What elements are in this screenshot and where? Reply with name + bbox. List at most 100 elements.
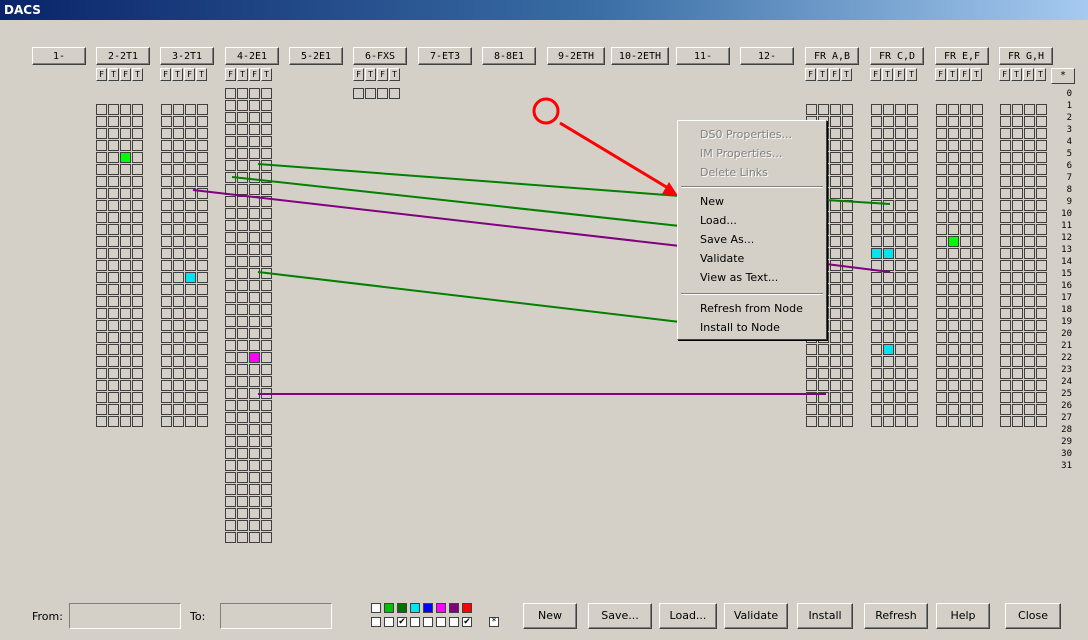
timeslot-cell[interactable] [1036, 200, 1047, 211]
timeslot-cell[interactable] [895, 260, 906, 271]
timeslot-cell[interactable] [842, 272, 853, 283]
timeslot-cell[interactable] [249, 376, 260, 387]
timeslot-cell[interactable] [830, 356, 841, 367]
timeslot-cell[interactable] [173, 416, 184, 427]
timeslot-cell[interactable] [237, 136, 248, 147]
color-swatch[interactable] [384, 603, 394, 613]
timeslot-cell[interactable] [225, 400, 236, 411]
timeslot-cell[interactable] [871, 368, 882, 379]
timeslot-cell[interactable] [261, 448, 272, 459]
timeslot-cell[interactable] [972, 164, 983, 175]
timeslot-cell[interactable] [237, 376, 248, 387]
timeslot-cell[interactable] [108, 332, 119, 343]
ft-toggle-button[interactable]: T [132, 68, 143, 81]
timeslot-cell[interactable] [161, 416, 172, 427]
timeslot-cell[interactable] [830, 320, 841, 331]
timeslot-cell[interactable] [261, 388, 272, 399]
color-swatch[interactable] [410, 603, 420, 613]
timeslot-cell[interactable] [249, 472, 260, 483]
ft-toggle-button[interactable]: F [184, 68, 195, 81]
timeslot-cell[interactable] [249, 124, 260, 135]
timeslot-cell[interactable] [173, 176, 184, 187]
timeslot-cell[interactable] [237, 412, 248, 423]
ft-toggle-button[interactable]: F [353, 68, 364, 81]
timeslot-cell[interactable] [261, 268, 272, 279]
timeslot-cell[interactable] [237, 292, 248, 303]
timeslot-cell[interactable] [132, 368, 143, 379]
timeslot-cell[interactable] [830, 140, 841, 151]
timeslot-cell[interactable] [960, 188, 971, 199]
timeslot-cell[interactable] [1036, 176, 1047, 187]
timeslot-cell[interactable] [895, 152, 906, 163]
timeslot-cell[interactable] [249, 412, 260, 423]
timeslot-cell[interactable] [120, 296, 131, 307]
timeslot-cell[interactable] [120, 224, 131, 235]
timeslot-cell[interactable] [261, 484, 272, 495]
timeslot-cell[interactable] [907, 308, 918, 319]
timeslot-cell[interactable] [1036, 116, 1047, 127]
timeslot-cell[interactable] [972, 380, 983, 391]
timeslot-cell[interactable] [108, 380, 119, 391]
timeslot-cell[interactable] [1000, 128, 1011, 139]
timeslot-cell[interactable] [960, 224, 971, 235]
timeslot-cell[interactable] [132, 404, 143, 415]
timeslot-cell[interactable] [120, 284, 131, 295]
timeslot-cell[interactable] [249, 460, 260, 471]
timeslot-cell[interactable] [907, 128, 918, 139]
timeslot-cell[interactable] [907, 392, 918, 403]
timeslot-cell[interactable] [96, 392, 107, 403]
timeslot-cell[interactable] [936, 272, 947, 283]
timeslot-cell[interactable] [249, 268, 260, 279]
slot-button[interactable]: FR C,D [870, 47, 924, 65]
timeslot-cell[interactable] [1036, 152, 1047, 163]
timeslot-cell[interactable] [972, 332, 983, 343]
timeslot-cell[interactable] [842, 200, 853, 211]
timeslot-cell[interactable] [936, 140, 947, 151]
timeslot-cell[interactable] [1024, 416, 1035, 427]
timeslot-cell[interactable] [1012, 356, 1023, 367]
timeslot-cell[interactable] [132, 164, 143, 175]
timeslot-cell[interactable] [132, 344, 143, 355]
timeslot-cell[interactable] [1000, 104, 1011, 115]
timeslot-cell[interactable] [830, 272, 841, 283]
timeslot-cell[interactable] [948, 416, 959, 427]
timeslot-cell[interactable] [120, 128, 131, 139]
timeslot-cell[interactable] [132, 176, 143, 187]
timeslot-cell[interactable] [895, 416, 906, 427]
timeslot-cell[interactable] [960, 272, 971, 283]
timeslot-cell[interactable] [261, 328, 272, 339]
timeslot-cell[interactable] [132, 296, 143, 307]
timeslot-cell[interactable] [173, 272, 184, 283]
timeslot-cell[interactable] [249, 484, 260, 495]
timeslot-cell[interactable] [895, 404, 906, 415]
timeslot-cell[interactable] [261, 340, 272, 351]
timeslot-cell[interactable] [185, 296, 196, 307]
timeslot-cell[interactable] [948, 236, 959, 247]
timeslot-cell[interactable] [1036, 368, 1047, 379]
timeslot-cell[interactable] [173, 368, 184, 379]
color-checkbox[interactable]: ✔ [462, 617, 472, 627]
timeslot-cell[interactable] [225, 124, 236, 135]
timeslot-cell[interactable] [225, 316, 236, 327]
timeslot-cell[interactable] [225, 292, 236, 303]
timeslot-cell[interactable] [132, 248, 143, 259]
close-button[interactable]: Close [1005, 603, 1061, 629]
timeslot-cell[interactable] [249, 100, 260, 111]
timeslot-cell[interactable] [871, 224, 882, 235]
timeslot-cell[interactable] [842, 416, 853, 427]
timeslot-cell[interactable] [895, 296, 906, 307]
timeslot-cell[interactable] [960, 284, 971, 295]
timeslot-cell[interactable] [96, 308, 107, 319]
timeslot-cell[interactable] [225, 424, 236, 435]
timeslot-cell[interactable] [225, 232, 236, 243]
timeslot-cell[interactable] [197, 320, 208, 331]
ft-toggle-button[interactable]: F [805, 68, 816, 81]
timeslot-cell[interactable] [972, 308, 983, 319]
timeslot-cell[interactable] [948, 332, 959, 343]
timeslot-cell[interactable] [948, 260, 959, 271]
timeslot-cell[interactable] [907, 368, 918, 379]
timeslot-cell[interactable] [842, 248, 853, 259]
timeslot-cell[interactable] [1036, 356, 1047, 367]
timeslot-cell[interactable] [1012, 404, 1023, 415]
timeslot-cell[interactable] [907, 320, 918, 331]
